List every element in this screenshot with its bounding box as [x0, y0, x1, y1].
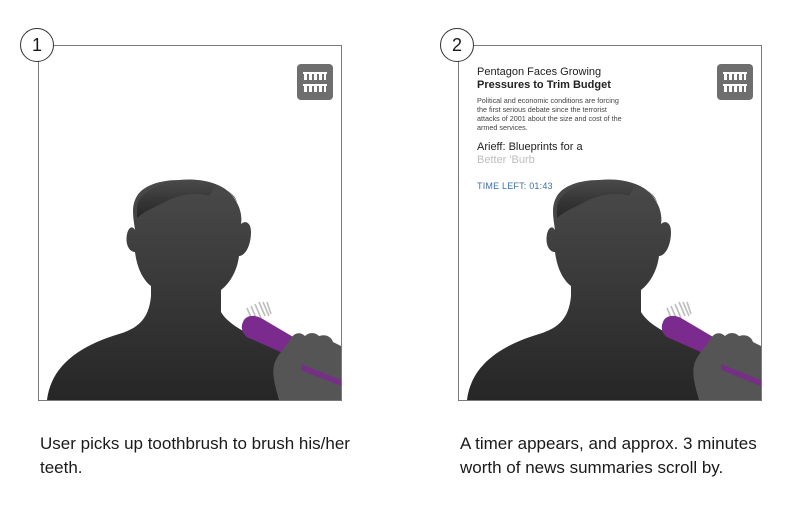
news-summary-overlay: Pentagon Faces Growing Pressures to Trim… — [477, 66, 627, 191]
panel-caption: User picks up toothbrush to brush his/he… — [40, 434, 350, 477]
person-silhouette — [39, 64, 341, 400]
headline-line-1: Pentagon Faces Growing — [477, 66, 602, 78]
storyboard-panel-2: 2 Pentagon Faces Growing Pressures to Tr… — [420, 0, 800, 512]
storyboard-panel-1: 1 User picks up toothbrush to brush his/… — [0, 0, 400, 512]
toothbrush-holder-icon — [717, 64, 753, 100]
step-number-badge: 1 — [20, 28, 54, 62]
next-news-headline: Arieff: Blueprints for a Better 'Burb — [477, 141, 627, 167]
mirror-frame — [38, 45, 342, 401]
news-summary-text: Political and economic conditions are fo… — [477, 96, 622, 132]
toothbrush-holder-icon — [297, 64, 333, 100]
panel-caption: A timer appears, and approx. 3 minutes w… — [460, 434, 757, 477]
countdown-timer: TIME LEFT: 01:43 — [477, 181, 553, 191]
headline-line-1: Arieff: Blueprints for a — [477, 141, 583, 153]
news-headline: Pentagon Faces Growing Pressures to Trim… — [477, 66, 627, 92]
step-number-badge: 2 — [440, 28, 474, 62]
headline-line-2: Pressures to Trim Budget — [477, 79, 611, 91]
mirror-frame: Pentagon Faces Growing Pressures to Trim… — [458, 45, 762, 401]
headline-line-2: Better 'Burb — [477, 154, 535, 166]
